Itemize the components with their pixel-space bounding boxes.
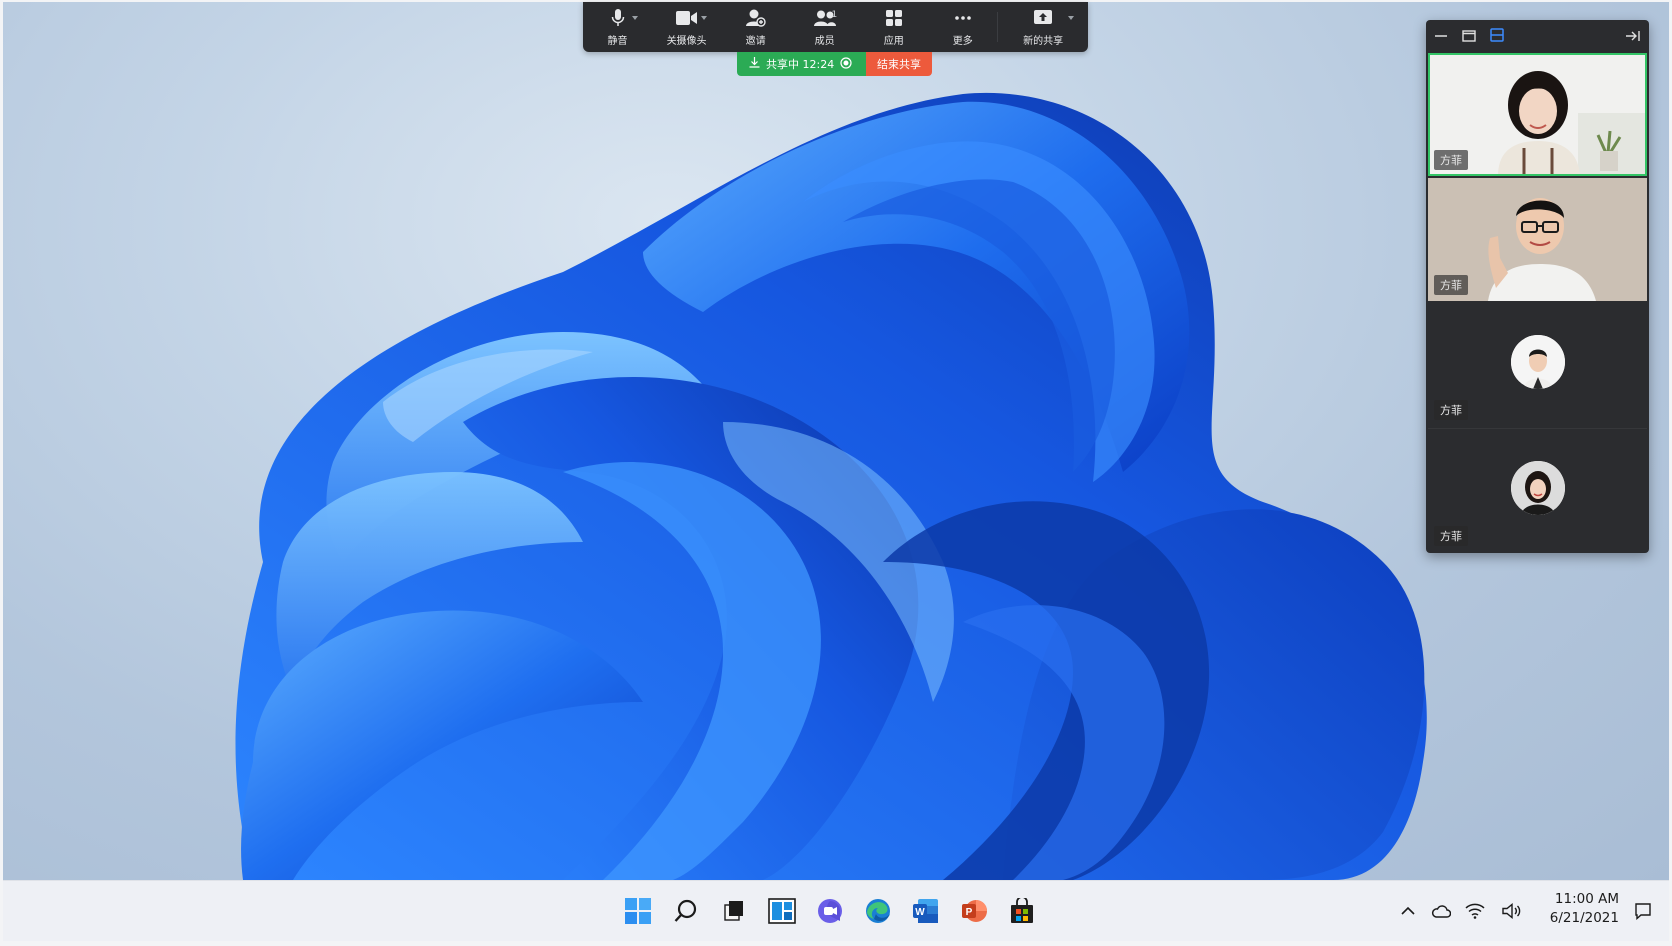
record-icon [840,56,852,72]
members-button[interactable]: 1 成员 [790,2,859,52]
members-label: 成员 [814,35,835,47]
new-share-icon [1034,8,1053,28]
participant-avatar-tile[interactable]: 方菲 [1428,303,1647,426]
avatar [1510,334,1565,389]
download-icon [749,57,760,71]
clock-date: 6/21/2021 [1549,910,1619,926]
minimize-icon[interactable] [1434,27,1448,46]
apps-button[interactable]: 应用 [859,2,928,52]
apps-grid-icon [885,8,902,28]
task-view-icon[interactable] [718,895,750,927]
participant-name: 方菲 [1434,275,1468,295]
onedrive-cloud-icon[interactable] [1430,901,1452,921]
start-icon[interactable] [622,895,654,927]
participant-avatar-tile[interactable]: 方菲 [1428,428,1647,552]
collapse-panel-icon[interactable] [1625,27,1641,46]
sharing-indicator[interactable]: 共享中 12:24 [737,52,866,76]
list-layout-icon[interactable] [1490,27,1504,46]
new-share-button[interactable]: 新的共享 [998,2,1088,52]
screen: 静音 关摄像头 邀请 1 成员 应用 更多 新的共享 共享中 12:24 结束共… [0,0,1672,946]
participant-name: 方菲 [1434,150,1468,170]
participant-video-tile[interactable]: 方菲 [1428,53,1647,176]
system-clock[interactable]: 11:00 AM 6/21/2021 [1537,890,1619,928]
more-button[interactable]: 更多 [928,2,997,52]
invite-user-icon [745,8,766,28]
svg-text:P: P [966,907,973,918]
invite-button[interactable]: 邀请 [721,2,790,52]
members-count: 1 [831,10,838,20]
volume-icon[interactable] [1501,901,1523,921]
stop-share-button[interactable]: 结束共享 [866,52,932,76]
sharing-label: 共享中 12:24 [766,58,835,71]
stop-share-label: 结束共享 [877,58,921,71]
share-status-bar: 共享中 12:24 结束共享 [737,52,932,76]
more-dots-icon [954,8,971,28]
teams-chat-icon[interactable] [814,895,846,927]
window-icon[interactable] [1462,27,1476,46]
word-icon[interactable]: W [910,895,942,927]
store-icon[interactable] [1006,895,1038,927]
chevron-down-icon[interactable] [1068,16,1075,20]
clock-time: 11:00 AM [1554,891,1619,907]
invite-label: 邀请 [745,35,766,47]
video-panel: 方菲 方菲 方菲 方菲 [1426,20,1649,553]
notification-icon[interactable] [1632,901,1654,921]
search-icon[interactable] [670,895,702,927]
avatar [1510,460,1565,515]
widgets-icon[interactable] [766,895,798,927]
chevron-down-icon[interactable] [632,16,639,20]
meeting-toolbar: 静音 关摄像头 邀请 1 成员 应用 更多 新的共享 [583,2,1088,52]
more-label: 更多 [952,35,973,47]
camera-icon [675,8,698,28]
chevron-down-icon[interactable] [701,16,708,20]
wallpaper-bloom [235,92,1427,880]
new-share-label: 新的共享 [1023,35,1064,47]
video-panel-header [1426,20,1649,52]
chevron-up-icon[interactable] [1397,901,1419,921]
participant-video-tile[interactable]: 方菲 [1428,178,1647,301]
desktop [3,2,1669,880]
wifi-icon[interactable] [1464,901,1486,921]
svg-text:W: W [915,907,925,918]
camera-label: 关摄像头 [666,35,707,47]
mute-label: 静音 [607,35,628,47]
edge-icon[interactable] [862,895,894,927]
participant-name: 方菲 [1434,400,1468,420]
participant-name: 方菲 [1434,526,1468,546]
mute-button[interactable]: 静音 [583,2,652,52]
camera-button[interactable]: 关摄像头 [652,2,721,52]
apps-label: 应用 [883,35,904,47]
powerpoint-icon[interactable]: P [958,895,990,927]
microphone-icon [611,8,625,28]
taskbar: W P 11:00 AM 6/21/2021 [3,880,1669,941]
